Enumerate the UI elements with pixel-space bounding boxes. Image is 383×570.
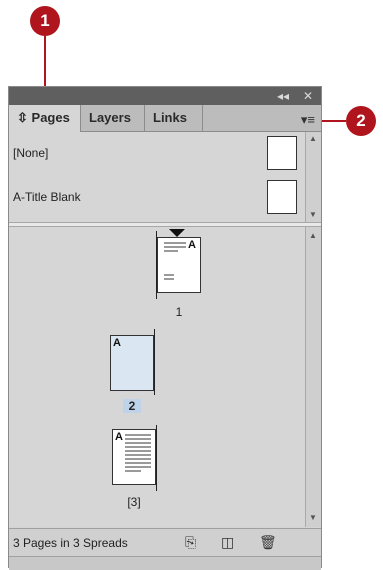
- panel-titlebar: ◂◂ ✕: [9, 87, 321, 105]
- page-content-lines: [164, 242, 186, 254]
- scroll-down-icon[interactable]: ▼: [309, 210, 317, 219]
- page-number-1: 1: [175, 305, 183, 319]
- panel-menu-icon[interactable]: ▾≡: [301, 112, 315, 128]
- callout-1: 1: [30, 6, 60, 36]
- tab-links[interactable]: Links: [145, 105, 203, 131]
- masters-section: [None] A-Title Blank: [9, 132, 305, 222]
- tab-layers[interactable]: Layers: [81, 105, 145, 131]
- page-prefix: A: [115, 431, 123, 443]
- tab-options-icon: ⇳: [17, 110, 28, 125]
- page-thumbnail-1[interactable]: A: [157, 237, 201, 293]
- page-content-lines: [125, 434, 151, 474]
- close-icon[interactable]: ✕: [303, 88, 313, 104]
- collapse-icon[interactable]: ◂◂: [277, 88, 289, 104]
- scroll-up-icon[interactable]: ▲: [309, 134, 317, 143]
- spine: [154, 329, 155, 395]
- tab-pages-label: Pages: [31, 110, 70, 125]
- tab-links-label: Links: [153, 110, 187, 125]
- spread-count-text: 3 Pages in 3 Spreads: [13, 536, 128, 550]
- panel-status-bar: 3 Pages in 3 Spreads ⎘ ◫ 🗑: [9, 528, 321, 557]
- callout-2: 2: [346, 106, 376, 136]
- page-number-2: 2: [123, 399, 141, 413]
- panel-tabs: ⇳ Pages Layers Links ▾≡: [9, 105, 321, 132]
- master-thumbnail[interactable]: [267, 180, 297, 214]
- masters-scrollbar[interactable]: ▲ ▼: [305, 132, 321, 222]
- delete-page-icon[interactable]: 🗑: [259, 534, 277, 551]
- page-thumbnail-3[interactable]: A: [112, 429, 156, 485]
- scroll-up-icon[interactable]: ▲: [309, 231, 317, 240]
- master-thumbnail[interactable]: [267, 136, 297, 170]
- tab-pages[interactable]: ⇳ Pages: [9, 105, 81, 132]
- pages-section: A 1 A 2 A [3]: [9, 227, 305, 527]
- page-prefix: A: [188, 239, 196, 251]
- scroll-down-icon[interactable]: ▼: [309, 513, 317, 522]
- master-item-label: A-Title Blank: [13, 190, 81, 204]
- master-item-label: [None]: [13, 146, 49, 160]
- page-content-lines: [164, 274, 174, 282]
- spine: [156, 425, 157, 491]
- page-prefix: A: [113, 337, 121, 349]
- pages-panel: ◂◂ ✕ ⇳ Pages Layers Links ▾≡ [None] A-Ti…: [8, 86, 322, 570]
- pages-scrollbar[interactable]: ▲ ▼: [305, 227, 321, 527]
- tab-layers-label: Layers: [89, 110, 131, 125]
- edit-page-size-icon[interactable]: ⎘: [185, 534, 196, 551]
- page-thumbnail-2[interactable]: A: [110, 335, 154, 391]
- master-item-none[interactable]: [None]: [9, 132, 305, 176]
- page-number-3: [3]: [127, 495, 141, 509]
- new-page-icon[interactable]: ◫: [221, 534, 234, 551]
- master-item-a-title-blank[interactable]: A-Title Blank: [9, 176, 305, 220]
